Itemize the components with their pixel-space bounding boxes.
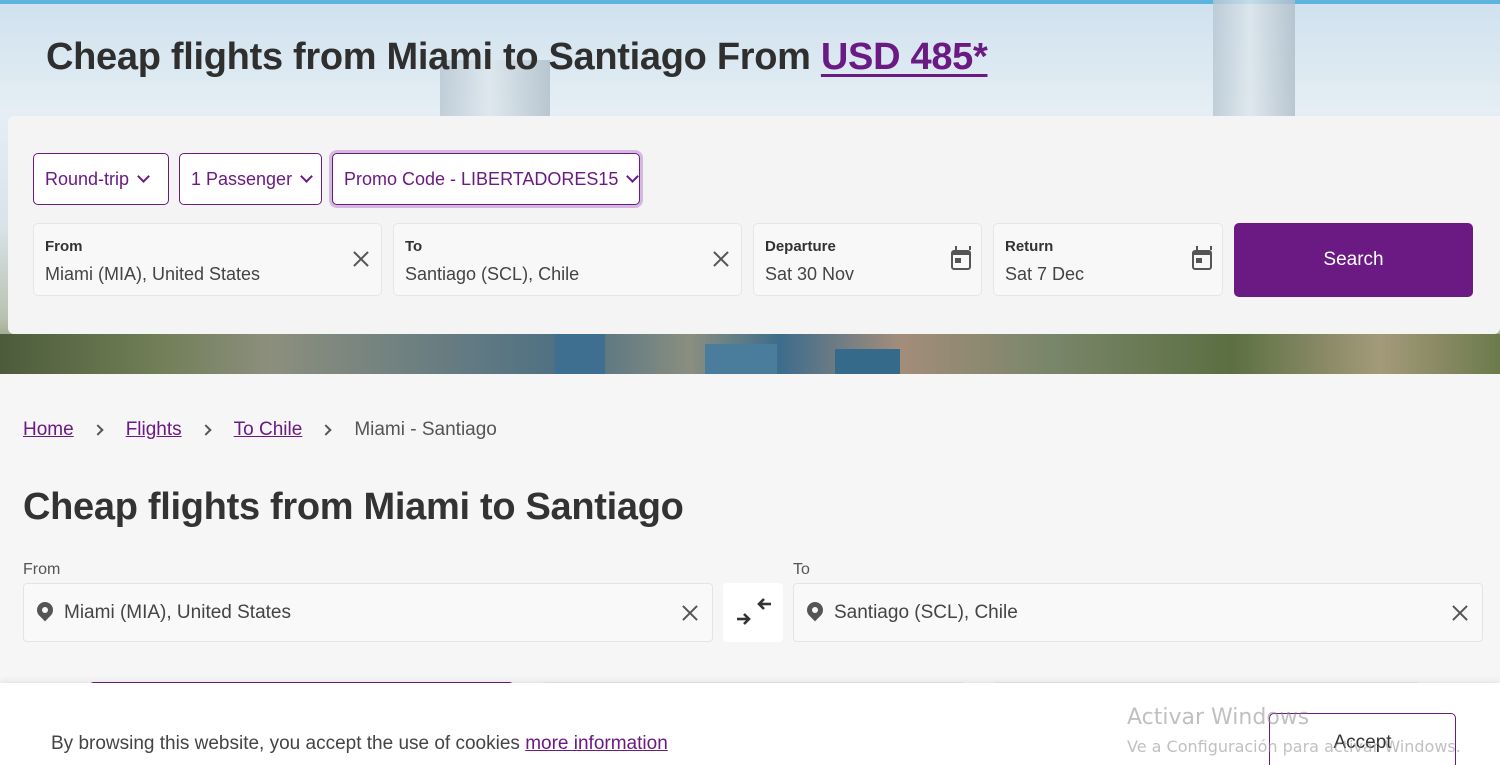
passengers-label: 1 Passenger xyxy=(191,168,293,189)
route-from-input[interactable]: Miami (MIA), United States xyxy=(23,583,713,642)
chevron-down-icon xyxy=(300,170,313,183)
from-field-label: From xyxy=(45,238,83,255)
clear-route-from-icon[interactable] xyxy=(680,603,700,623)
windows-activation-watermark: Activar Windows xyxy=(1127,705,1310,730)
departure-date-field[interactable]: Departure Sat 30 Nov xyxy=(753,223,982,296)
cookie-banner: By browsing this website, you accept the… xyxy=(0,683,1500,765)
flight-search-form: Round-trip 1 Passenger Promo Code - LIBE… xyxy=(8,116,1500,334)
calendar-icon[interactable] xyxy=(951,246,971,270)
chevron-down-icon xyxy=(626,170,640,183)
passengers-dropdown[interactable]: 1 Passenger xyxy=(179,153,322,205)
return-label: Return xyxy=(1005,238,1054,255)
to-field[interactable]: To Santiago (SCL), Chile xyxy=(393,223,742,296)
to-field-label: To xyxy=(405,238,423,255)
hero-title-text: Cheap flights from Miami to Santiago Fro… xyxy=(46,36,821,78)
location-pin-icon xyxy=(807,602,823,624)
route-to-label: To xyxy=(793,561,810,578)
from-field[interactable]: From Miami (MIA), United States xyxy=(33,223,382,296)
hero-title: Cheap flights from Miami to Santiago Fro… xyxy=(46,36,988,79)
route-from-value: Miami (MIA), United States xyxy=(64,602,291,623)
chevron-down-icon xyxy=(137,170,150,183)
page-title: Cheap flights from Miami to Santiago xyxy=(23,486,684,528)
search-button[interactable]: Search xyxy=(1234,223,1473,297)
clear-route-to-icon[interactable] xyxy=(1450,603,1470,623)
hero-price-link[interactable]: USD 485* xyxy=(821,36,988,78)
chevron-right-icon xyxy=(92,424,104,436)
swap-arrows-icon xyxy=(737,598,771,625)
swap-route-button[interactable] xyxy=(723,583,783,642)
clear-from-icon[interactable] xyxy=(351,249,371,269)
breadcrumb-home[interactable]: Home xyxy=(23,419,74,441)
chevron-right-icon xyxy=(199,424,212,436)
city-skyline-image xyxy=(0,334,1500,374)
cookie-message: By browsing this website, you accept the… xyxy=(51,733,668,755)
return-value: Sat 7 Dec xyxy=(1005,264,1085,284)
trip-type-label: Round-trip xyxy=(45,168,130,189)
hero-banner: Cheap flights from Miami to Santiago Fro… xyxy=(0,0,1500,374)
departure-label: Departure xyxy=(765,238,836,255)
cookie-message-text: By browsing this website, you accept the… xyxy=(51,733,526,754)
route-to-input[interactable]: Santiago (SCL), Chile xyxy=(793,583,1483,642)
route-from-label: From xyxy=(23,561,61,578)
breadcrumb-flights[interactable]: Flights xyxy=(126,419,182,441)
to-field-value: Santiago (SCL), Chile xyxy=(405,264,580,284)
clear-to-icon[interactable] xyxy=(711,249,731,269)
breadcrumb: Home Flights To Chile Miami - Santiago xyxy=(23,419,497,441)
from-field-value: Miami (MIA), United States xyxy=(45,264,261,284)
breadcrumb-current: Miami - Santiago xyxy=(354,419,497,440)
trip-type-dropdown[interactable]: Round-trip xyxy=(33,153,169,205)
windows-activation-watermark-detail: Ve a Configuración para activar Windows. xyxy=(1127,737,1461,756)
departure-value: Sat 30 Nov xyxy=(765,264,855,284)
route-to-value: Santiago (SCL), Chile xyxy=(834,602,1018,623)
calendar-icon[interactable] xyxy=(1192,246,1212,270)
chevron-right-icon xyxy=(320,424,332,436)
breadcrumb-to-chile[interactable]: To Chile xyxy=(234,419,303,441)
promo-code-dropdown[interactable]: Promo Code - LIBERTADORES15 xyxy=(332,153,640,205)
cookie-more-info-link[interactable]: more information xyxy=(525,733,668,754)
return-date-field[interactable]: Return Sat 7 Dec xyxy=(993,223,1223,296)
location-pin-icon xyxy=(37,602,53,624)
background-tower xyxy=(1213,0,1295,120)
promo-code-label: Promo Code - LIBERTADORES15 xyxy=(344,168,619,189)
